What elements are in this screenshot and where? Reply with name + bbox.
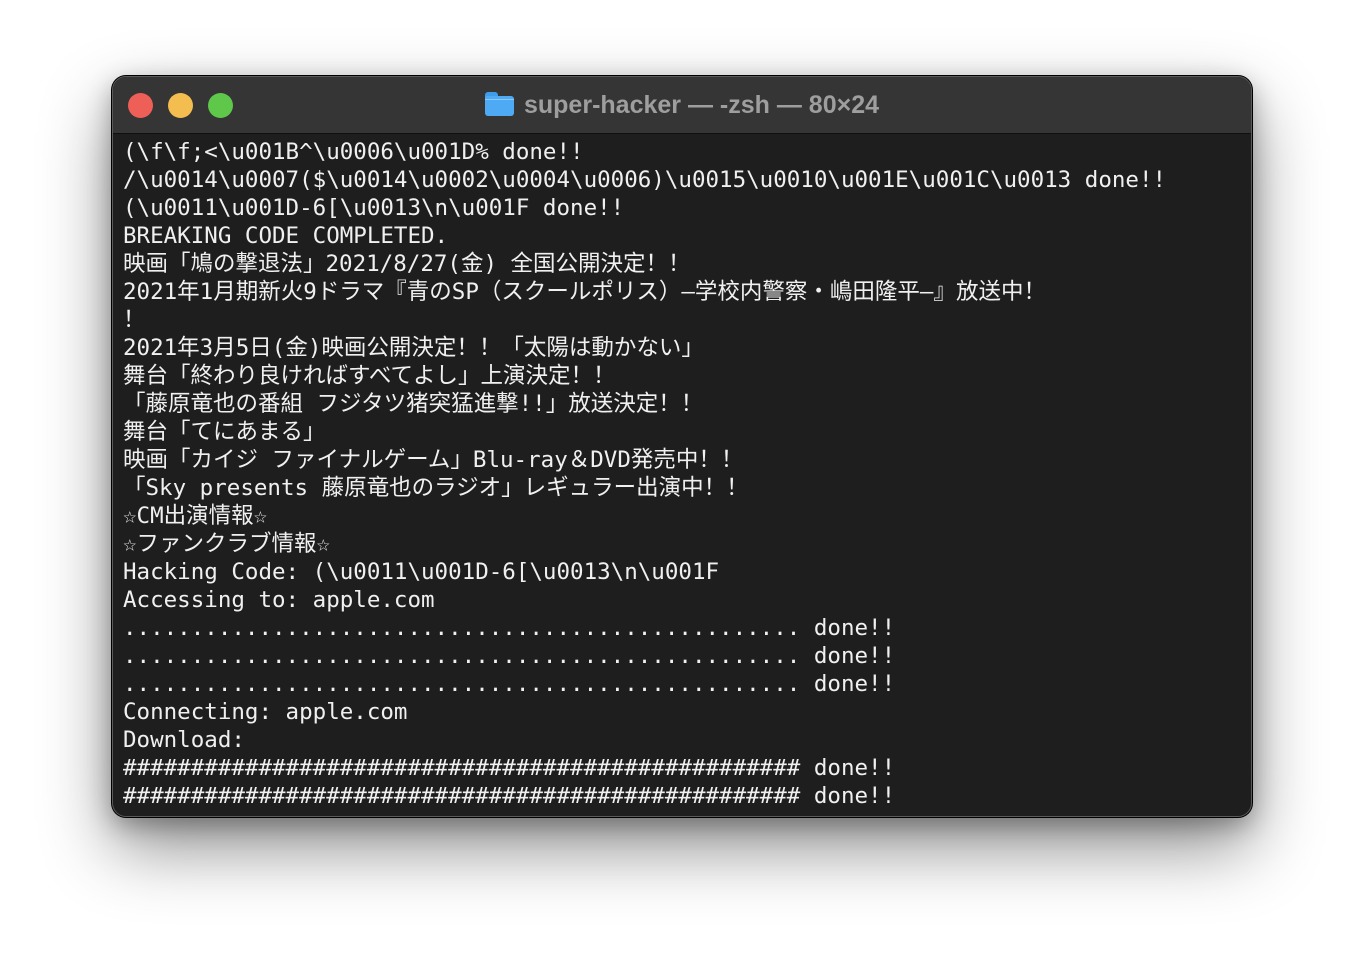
terminal-line: 舞台「てにあまる」 xyxy=(123,419,326,445)
terminal-line: Accessing to: apple.com xyxy=(123,587,435,613)
terminal-line: 「Sky presents 藤原竜也のラジオ」レギュラー出演中！！ xyxy=(123,475,749,501)
window-title-text: super-hacker — -zsh — 80×24 xyxy=(523,91,880,119)
terminal-window: super-hacker — -zsh — 80×24 (\f\f;<\u001… xyxy=(112,76,1252,817)
terminal-line: ########################################… xyxy=(123,755,896,781)
window-title: super-hacker — -zsh — 80×24 xyxy=(113,90,1251,120)
terminal-line: Download: xyxy=(123,727,245,753)
terminal-line: 舞台「終わり良ければすべてよし」上演決定！！ xyxy=(123,363,616,389)
terminal-line: Connecting: apple.com xyxy=(123,699,408,725)
terminal-line: (\u0011\u001D-6[\u0013\n\u001F done!! xyxy=(123,195,625,221)
folder-icon xyxy=(484,92,514,116)
terminal-line: ！ xyxy=(123,307,146,333)
terminal-line: ........................................… xyxy=(123,643,896,669)
terminal-output[interactable]: (\f\f;<\u001B^\u0006\u001D% done!!/\u001… xyxy=(123,138,1251,816)
terminal-line: ☆ファンクラブ情報☆ xyxy=(123,531,331,557)
terminal-line: 2021年1月期新火9ドラマ『青のSP（スクールポリス）—学校内警察・嶋田隆平—… xyxy=(123,279,1046,305)
terminal-line: ☆CM出演情報☆ xyxy=(123,503,268,529)
terminal-line: Hacking Code: (\u0011\u001D-6[\u0013\n\u… xyxy=(123,559,720,585)
terminal-line: 映画「鳩の撃退法」2021/8/27(金) 全国公開決定！！ xyxy=(123,251,691,277)
terminal-line: (\f\f;<\u001B^\u0006\u001D% done!! xyxy=(123,139,584,165)
title-bar[interactable]: super-hacker — -zsh — 80×24 xyxy=(113,77,1251,134)
terminal-line: 映画「カイジ ファイナルゲーム」Blu-ray＆DVD発売中！！ xyxy=(123,447,744,473)
terminal-line: 2021年3月5日(金)映画公開決定！！「太陽は動かない」 xyxy=(123,335,704,361)
terminal-line: BREAKING CODE COMPLETED. xyxy=(123,223,449,249)
terminal-line: ........................................… xyxy=(123,615,896,641)
terminal-line: ........................................… xyxy=(123,671,896,697)
terminal-line: ########################################… xyxy=(123,783,896,809)
terminal-line: 「藤原竜也の番組 フジタツ猪突猛進撃!!」放送決定！！ xyxy=(123,391,704,417)
terminal-line: /\u0014\u0007($\u0014\u0002\u0004\u0006)… xyxy=(123,167,1167,193)
